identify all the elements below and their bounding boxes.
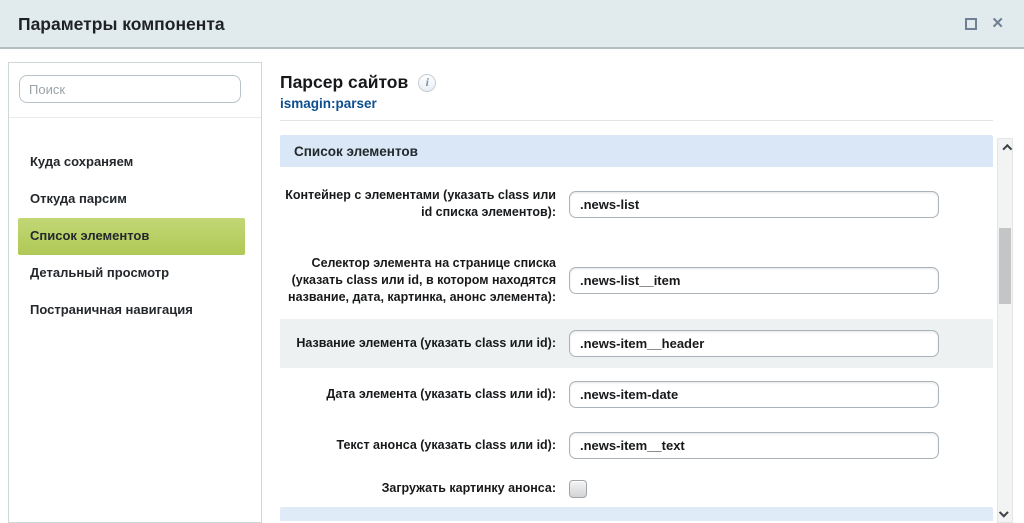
field-row-container: Контейнер с элементами (указать class ил… <box>280 167 993 241</box>
header-divider <box>280 120 993 121</box>
component-id-link[interactable]: ismagin:parser <box>280 96 993 111</box>
field-row-title-selector: Название элемента (указать class или id)… <box>280 319 993 368</box>
scroll-up-icon[interactable] <box>1001 144 1009 152</box>
sidebar-divider <box>9 117 261 118</box>
date-selector-input[interactable] <box>569 381 939 408</box>
item-selector-input[interactable] <box>569 267 939 294</box>
field-row-text-selector: Текст анонса (указать class или id): <box>280 420 993 470</box>
scrollbar[interactable] <box>997 138 1013 523</box>
main-content: Парсер сайтов i ismagin:parser Список эл… <box>280 62 993 523</box>
sidebar-item-where-save[interactable]: Куда сохраняем <box>18 144 245 181</box>
field-label-item-selector: Селектор элемента на странице списка (ук… <box>280 255 556 306</box>
search-input[interactable] <box>19 75 241 103</box>
title-selector-input[interactable] <box>569 330 939 357</box>
info-icon[interactable]: i <box>418 74 436 92</box>
scrollbar-thumb[interactable] <box>999 228 1011 304</box>
settings-sidebar: Куда сохраняем Откуда парсим Список элем… <box>8 62 262 523</box>
field-label-text-selector: Текст анонса (указать class или id): <box>280 437 556 454</box>
sidebar-item-where-parse[interactable]: Откуда парсим <box>18 181 245 218</box>
section-header: Список элементов <box>280 135 993 167</box>
close-icon[interactable]: ✕ <box>991 18 1004 30</box>
next-section-header-partial <box>280 507 993 521</box>
sidebar-item-pagination[interactable]: Постраничная навигация <box>18 292 245 329</box>
field-label-date-selector: Дата элемента (указать class или id): <box>280 386 556 403</box>
field-label-container: Контейнер с элементами (указать class ил… <box>280 187 556 221</box>
maximize-icon[interactable] <box>965 18 977 30</box>
dialog-title: Параметры компонента <box>0 0 1024 35</box>
load-image-checkbox[interactable] <box>569 480 587 498</box>
scroll-down-icon[interactable] <box>1001 507 1009 515</box>
field-row-load-image: Загружать картинку анонса: <box>280 470 993 507</box>
sidebar-item-detail-view[interactable]: Детальный просмотр <box>18 255 245 292</box>
sidebar-item-elements-list[interactable]: Список элементов <box>18 218 245 255</box>
announce-text-selector-input[interactable] <box>569 432 939 459</box>
field-label-title-selector: Название элемента (указать class или id)… <box>280 335 556 352</box>
page-title: Парсер сайтов <box>280 72 408 93</box>
field-row-item-selector: Селектор элемента на странице списка (ук… <box>280 241 993 319</box>
field-label-load-image: Загружать картинку анонса: <box>280 480 556 497</box>
container-selector-input[interactable] <box>569 191 939 218</box>
sidebar-menu: Куда сохраняем Откуда парсим Список элем… <box>9 144 261 329</box>
dialog-titlebar: Параметры компонента ✕ <box>0 0 1024 49</box>
field-row-date-selector: Дата элемента (указать class или id): <box>280 368 993 420</box>
